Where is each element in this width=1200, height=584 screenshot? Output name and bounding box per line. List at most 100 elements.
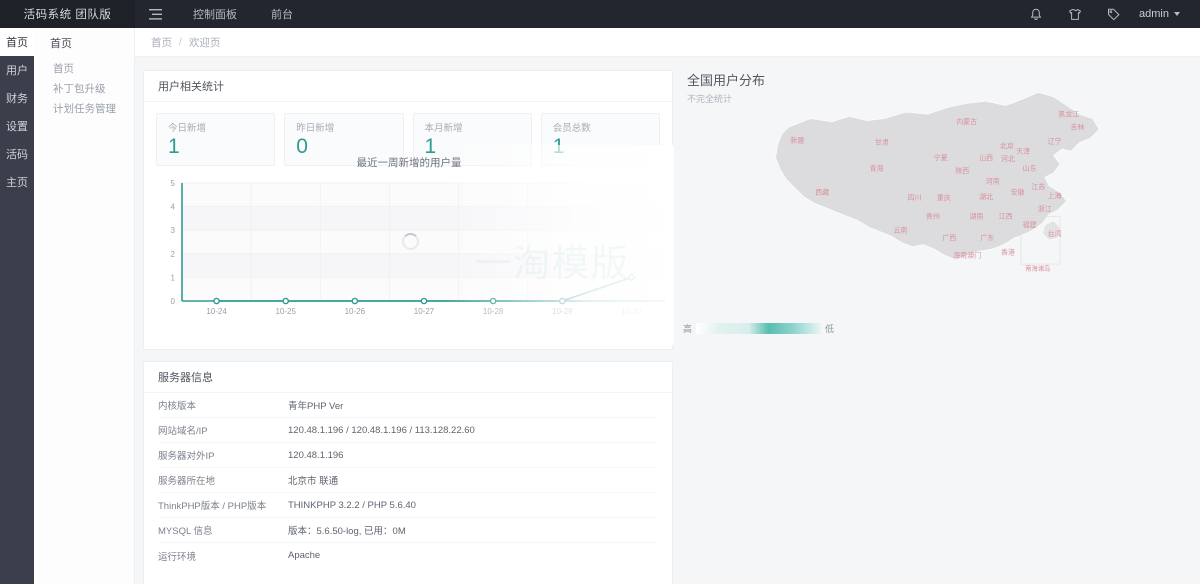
top-bar: 活码系统 团队版 控制面板 前台 <box>0 0 1200 28</box>
chart-data-point <box>491 298 496 303</box>
main-content: 用户相关统计 今日新增 1 昨日新增 0 本月新增 1 会员总数 1 最近一周新… <box>135 57 1200 584</box>
chart-ytick-label: 2 <box>171 250 176 259</box>
server-info-row: 服务器所在地北京市 联通 <box>158 468 658 493</box>
chart-data-point <box>560 298 565 303</box>
server-info-row: ThinkPHP版本 / PHP版本THINKPHP 3.2.2 / PHP 5… <box>158 493 658 518</box>
chart-xtick-label: 10-25 <box>275 307 296 316</box>
chart-data-point <box>421 298 426 303</box>
server-info-row: 运行环境Apache <box>158 543 658 568</box>
sub-item-home[interactable]: 首页 <box>34 58 134 78</box>
province-label: 山东 <box>1023 164 1037 173</box>
chart-band <box>182 254 666 278</box>
chart-data-point <box>629 275 634 280</box>
tag-icon[interactable] <box>1094 0 1133 28</box>
shirt-theme-icon[interactable] <box>1055 0 1094 28</box>
chevron-down-icon <box>1174 12 1180 16</box>
server-info-key: 运行环境 <box>158 549 288 563</box>
province-label: 浙江 <box>1038 204 1052 213</box>
province-label: 上海 <box>1048 191 1062 200</box>
chart-xtick-label: 10-27 <box>414 307 435 316</box>
province-label: 内蒙古 <box>956 117 977 126</box>
province-label: 吉林 <box>1070 122 1084 131</box>
chart-xtick-label: 10-28 <box>483 307 504 316</box>
topnav-item-dashboard[interactable]: 控制面板 <box>176 0 254 28</box>
sidebar-collapse-icon[interactable] <box>135 0 176 28</box>
user-stats-panel: 用户相关统计 今日新增 1 昨日新增 0 本月新增 1 会员总数 1 最近一周新… <box>143 70 673 350</box>
breadcrumb-home[interactable]: 首页 <box>151 35 172 50</box>
notification-bell-icon[interactable] <box>1017 0 1055 28</box>
chart-band <box>182 277 666 301</box>
sidebar-item-livecode[interactable]: 活码 <box>0 140 34 168</box>
province-label: 江苏 <box>1031 182 1045 191</box>
top-right-actions: admin <box>1017 0 1200 28</box>
chart-xtick-label: 10-29 <box>552 307 573 316</box>
sub-item-cron-task[interactable]: 计划任务管理 <box>34 98 134 118</box>
south-sea-label: 南海诸岛 <box>1025 264 1050 273</box>
server-info-table: 内核版本青年PHP Ver网站域名/IP120.48.1.196 / 120.4… <box>144 393 672 568</box>
topnav-item-frontend[interactable]: 前台 <box>254 0 310 28</box>
chart-data-point <box>283 298 288 303</box>
province-label: 澳门 <box>967 251 981 260</box>
sidebar-item-finance[interactable]: 财务 <box>0 84 34 112</box>
province-label: 天津 <box>1016 147 1030 155</box>
chart-band <box>182 230 666 254</box>
province-label: 黑龙江 <box>1058 109 1079 118</box>
sub-item-patch-upgrade[interactable]: 补丁包升级 <box>34 78 134 98</box>
breadcrumb: 首页 / 欢迎页 <box>135 28 1200 57</box>
legend-gradient-bar <box>696 323 821 334</box>
chart-xtick-label: 10-26 <box>345 307 366 316</box>
legend-high-label: 高 <box>683 322 692 335</box>
top-nav: 控制面板 前台 <box>135 0 310 28</box>
hamburger-icon <box>149 9 162 20</box>
weekly-new-users-chart: 最近一周新增的用户量 01234510-2410-2510-2610-2710-… <box>144 145 674 345</box>
chart-xtick-label: 10-30 <box>621 307 642 316</box>
chart-ytick-label: 1 <box>171 273 176 282</box>
loading-spinner-icon <box>402 233 419 250</box>
stat-label: 会员总数 <box>553 120 659 134</box>
province-label: 福建 <box>1023 220 1037 229</box>
server-info-value: Apache <box>288 550 320 561</box>
user-distribution-map-panel: 全国用户分布 不完全统计 新疆甘肃内蒙古黑龙江吉林辽宁北京天津河北山西宁夏青海陕… <box>683 70 1193 350</box>
server-info-key: 服务器所在地 <box>158 473 288 487</box>
province-label: 云南 <box>893 226 907 235</box>
chart-ytick-label: 5 <box>171 179 176 188</box>
breadcrumb-separator: / <box>179 36 182 48</box>
server-info-row: 内核版本青年PHP Ver <box>158 393 658 418</box>
province-label: 湖北 <box>979 192 993 201</box>
china-map-shape <box>776 93 1100 265</box>
breadcrumb-current: 欢迎页 <box>189 35 221 50</box>
server-info-panel: 服务器信息 内核版本青年PHP Ver网站域名/IP120.48.1.196 /… <box>143 361 673 584</box>
server-info-key: ThinkPHP版本 / PHP版本 <box>158 498 288 512</box>
province-label: 北京 <box>1000 141 1014 150</box>
chart-data-point <box>352 298 357 303</box>
sidebar-item-home[interactable]: 首页 <box>0 28 34 56</box>
province-label: 甘肃 <box>875 138 889 147</box>
sidebar-item-settings[interactable]: 设置 <box>0 112 34 140</box>
user-stats-title: 用户相关统计 <box>144 71 672 102</box>
stat-label: 今日新增 <box>168 120 274 134</box>
server-info-row: MYSQL 信息版本：5.6.50-log, 已用：0M <box>158 518 658 543</box>
china-map[interactable]: 新疆甘肃内蒙古黑龙江吉林辽宁北京天津河北山西宁夏青海陕西山东河南西藏江苏安徽上海… <box>733 86 1133 276</box>
user-menu[interactable]: admin <box>1133 0 1190 28</box>
province-label: 新疆 <box>790 135 804 144</box>
stat-label: 本月新增 <box>425 120 531 134</box>
sidebar-item-users[interactable]: 用户 <box>0 56 34 84</box>
server-info-key: MYSQL 信息 <box>158 523 288 537</box>
province-label: 安徽 <box>1011 188 1025 197</box>
secondary-sidebar-title: 首页 <box>34 28 134 58</box>
province-label: 湖南 <box>969 211 983 220</box>
province-label: 辽宁 <box>1048 137 1062 146</box>
server-info-title: 服务器信息 <box>144 362 672 393</box>
province-label: 陕西 <box>955 166 969 175</box>
province-label: 台湾 <box>1048 229 1062 238</box>
chart-ytick-label: 4 <box>171 203 176 212</box>
chart-ytick-label: 3 <box>171 226 176 235</box>
sidebar-item-mainpage[interactable]: 主页 <box>0 168 34 196</box>
server-info-row: 网站域名/IP120.48.1.196 / 120.48.1.196 / 113… <box>158 418 658 443</box>
server-info-value: THINKPHP 3.2.2 / PHP 5.6.40 <box>288 500 416 511</box>
server-info-row: 服务器对外IP120.48.1.196 <box>158 443 658 468</box>
province-label: 河北 <box>1001 155 1015 163</box>
province-label: 青海 <box>870 164 884 173</box>
province-label: 香港 <box>1001 247 1015 256</box>
secondary-sidebar: 首页 首页 补丁包升级 计划任务管理 <box>34 28 135 584</box>
